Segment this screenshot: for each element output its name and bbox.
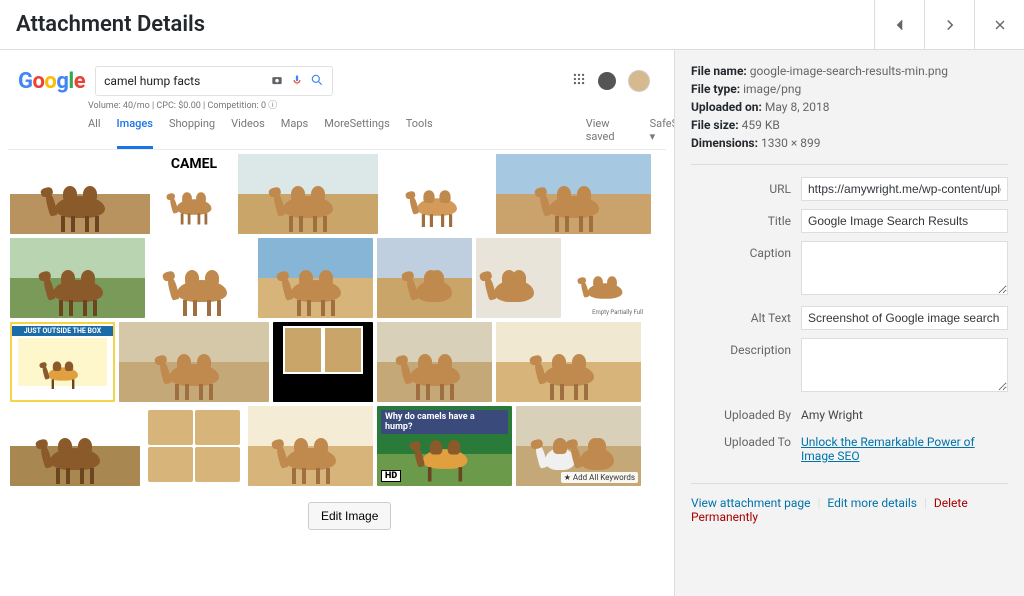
title-input[interactable] bbox=[801, 209, 1008, 233]
dimensions: 1330 × 899 bbox=[761, 136, 821, 150]
caption-label: Caption bbox=[691, 241, 801, 298]
camera-icon bbox=[270, 73, 284, 90]
result-thumb bbox=[119, 322, 269, 402]
header-actions bbox=[874, 0, 1024, 49]
avatar bbox=[628, 70, 650, 92]
google-nav: All Images Shopping Videos Maps More Set… bbox=[8, 113, 666, 150]
result-thumb bbox=[496, 322, 641, 402]
attachment-details-modal: Attachment Details Google camel hump fac… bbox=[0, 0, 1024, 596]
result-thumb: Empty Partially Full bbox=[565, 238, 645, 318]
url-label: URL bbox=[691, 177, 801, 201]
result-thumb bbox=[248, 406, 373, 486]
uploaded-to-link[interactable]: Unlock the Remarkable Power of Image SEO bbox=[801, 435, 975, 463]
star-icon: ★ bbox=[564, 473, 571, 482]
uploaded-to-label: Uploaded To bbox=[691, 430, 801, 463]
result-thumb bbox=[10, 238, 145, 318]
details-pane: File name: google-image-search-results-m… bbox=[674, 50, 1024, 596]
preview-pane: Google camel hump facts Volume: 40/mo bbox=[0, 50, 674, 596]
modal-body: Google camel hump facts Volume: 40/mo bbox=[0, 50, 1024, 596]
alt-label: Alt Text bbox=[691, 306, 801, 330]
result-thumb bbox=[10, 406, 140, 486]
google-header: Google camel hump facts bbox=[8, 60, 666, 98]
uploaded-by-label: Uploaded By bbox=[691, 403, 801, 422]
apps-icon bbox=[572, 72, 586, 90]
result-thumb bbox=[238, 154, 378, 234]
seo-meta-line: Volume: 40/mo | CPC: $0.00 | Competition… bbox=[8, 98, 666, 113]
title-label: Title bbox=[691, 209, 801, 233]
search-icon bbox=[310, 73, 324, 90]
nav-images: Images bbox=[117, 117, 153, 149]
view-attachment-link[interactable]: View attachment page bbox=[691, 496, 811, 510]
caption-input[interactable] bbox=[801, 241, 1008, 295]
uploaded-on: May 8, 2018 bbox=[765, 100, 830, 114]
result-thumb bbox=[382, 154, 492, 234]
modal-title: Attachment Details bbox=[0, 0, 221, 50]
add-keywords-badge: ★Add All Keywords bbox=[561, 472, 638, 483]
nav-more: More bbox=[324, 117, 349, 149]
nav-settings: Settings bbox=[350, 117, 390, 149]
result-thumb bbox=[273, 322, 373, 402]
google-search-box: camel hump facts bbox=[95, 66, 332, 96]
nav-maps: Maps bbox=[281, 117, 308, 149]
prev-button[interactable] bbox=[874, 0, 924, 49]
nav-all: All bbox=[88, 117, 101, 149]
nav-view-saved: View saved bbox=[586, 117, 634, 149]
modal-header: Attachment Details bbox=[0, 0, 1024, 50]
nav-safesearch: SafeSearch ▾ bbox=[650, 117, 674, 149]
mic-icon bbox=[290, 73, 304, 90]
chevron-right-icon bbox=[941, 16, 959, 34]
result-thumb bbox=[377, 322, 492, 402]
close-icon bbox=[992, 17, 1008, 33]
file-size: 459 KB bbox=[742, 118, 780, 132]
google-account-icons bbox=[572, 70, 660, 92]
result-thumb bbox=[258, 238, 373, 318]
result-thumb: JUST OUTSIDE THE BOX bbox=[10, 322, 115, 402]
result-thumb bbox=[476, 238, 561, 318]
uploaded-by: Amy Wright bbox=[801, 403, 1008, 422]
nav-tools: Tools bbox=[406, 117, 433, 149]
attachment-settings: URL Title Caption Alt Text Description bbox=[691, 165, 1008, 484]
image-results-grid: CAMEL Empty Partially Full JUST OUTSIDE … bbox=[8, 150, 666, 490]
chevron-left-icon bbox=[891, 16, 909, 34]
url-input[interactable] bbox=[801, 177, 1008, 201]
description-input[interactable] bbox=[801, 338, 1008, 392]
result-thumb bbox=[10, 154, 150, 234]
attachment-preview: Google camel hump facts Volume: 40/mo bbox=[8, 60, 666, 490]
google-query: camel hump facts bbox=[104, 74, 263, 88]
result-thumb bbox=[377, 238, 472, 318]
result-thumb: CAMEL bbox=[154, 154, 234, 234]
result-thumb bbox=[144, 406, 244, 486]
result-thumb: ★Add All Keywords bbox=[516, 406, 641, 486]
close-button[interactable] bbox=[974, 0, 1024, 49]
result-thumb: Why do camels have a hump?HD bbox=[377, 406, 512, 486]
nav-videos: Videos bbox=[231, 117, 265, 149]
edit-image-button[interactable]: Edit Image bbox=[308, 502, 391, 530]
result-thumb bbox=[149, 238, 254, 318]
file-type: image/png bbox=[743, 82, 801, 96]
notifications-icon bbox=[598, 72, 616, 90]
result-thumb bbox=[496, 154, 651, 234]
alt-input[interactable] bbox=[801, 306, 1008, 330]
google-logo: Google bbox=[14, 69, 85, 94]
description-label: Description bbox=[691, 338, 801, 395]
file-name: google-image-search-results-min.png bbox=[750, 64, 948, 78]
attachment-actions: View attachment page | Edit more details… bbox=[691, 484, 1008, 524]
edit-details-link[interactable]: Edit more details bbox=[827, 496, 917, 510]
next-button[interactable] bbox=[924, 0, 974, 49]
file-meta: File name: google-image-search-results-m… bbox=[691, 62, 1008, 165]
nav-shopping: Shopping bbox=[169, 117, 215, 149]
